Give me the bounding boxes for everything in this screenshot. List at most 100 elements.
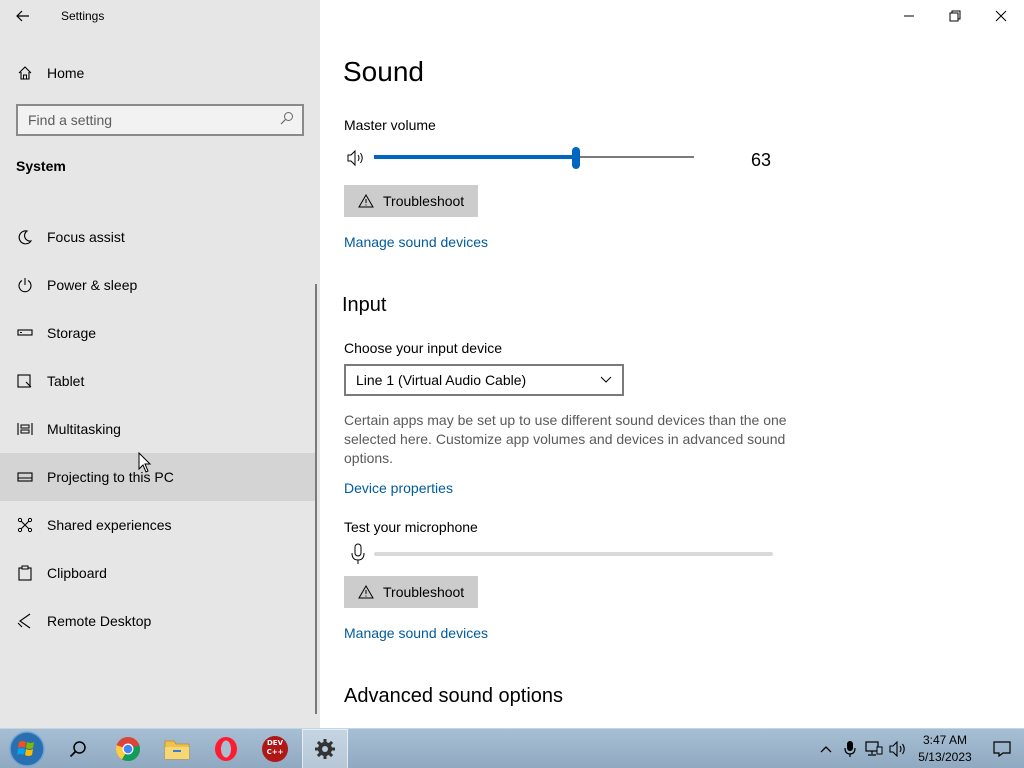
- search-box[interactable]: [16, 104, 304, 136]
- nav-home[interactable]: Home: [0, 57, 316, 89]
- search-icon[interactable]: [280, 111, 294, 130]
- minimize-button[interactable]: [886, 0, 932, 32]
- troubleshoot-output-button[interactable]: Troubleshoot: [344, 185, 479, 217]
- moon-icon: [16, 228, 34, 246]
- network-icon: [865, 741, 883, 756]
- nav-list: Focus assist Power & sleep Storage Table…: [0, 213, 316, 645]
- troubleshoot-input-button[interactable]: Troubleshoot: [344, 576, 479, 608]
- troubleshoot-label: Troubleshoot: [383, 193, 465, 209]
- chevron-up-icon: [820, 746, 832, 753]
- title-bar: Settings: [0, 0, 320, 32]
- sidebar-item-label: Remote Desktop: [47, 613, 152, 629]
- microphone-icon: [844, 741, 856, 757]
- page-title: Sound: [343, 56, 424, 87]
- taskbar-search-button[interactable]: [56, 729, 100, 768]
- sidebar-item-label: Power & sleep: [47, 277, 138, 293]
- sidebar-item-label: Focus assist: [47, 229, 125, 245]
- file-explorer-icon: [164, 740, 190, 760]
- input-device-dropdown[interactable]: Line 1 (Virtual Audio Cable): [344, 364, 624, 396]
- clipboard-icon: [16, 564, 34, 582]
- clock-time: 3:47 AM: [922, 733, 968, 747]
- troubleshoot-label: Troubleshoot: [383, 584, 465, 600]
- manage-sound-devices-output-link[interactable]: Manage sound devices: [344, 234, 488, 250]
- show-hidden-icons-button[interactable]: [814, 729, 838, 768]
- warning-icon: [358, 585, 374, 599]
- input-description: Certain apps may be set up to use differ…: [344, 412, 787, 466]
- minimize-icon: [904, 15, 914, 17]
- app-title: Settings: [61, 9, 105, 23]
- speaker-icon[interactable]: [347, 149, 365, 167]
- sidebar-item-label: Clipboard: [47, 565, 107, 581]
- manage-sound-devices-input-link[interactable]: Manage sound devices: [344, 625, 488, 641]
- main-content: Sound Master volume 63 Troubleshoot Mana…: [320, 32, 1024, 728]
- storage-icon: [16, 324, 34, 342]
- start-orb-icon: [9, 731, 45, 767]
- notification-icon: [993, 741, 1011, 757]
- close-icon: [995, 10, 1007, 22]
- system-tray: 3:47 AM 5/13/2023: [814, 729, 1024, 768]
- microphone-icon: [351, 543, 365, 564]
- sidebar-scrollbar[interactable]: [315, 284, 317, 714]
- device-properties-link[interactable]: Device properties: [344, 480, 453, 496]
- close-button[interactable]: [978, 0, 1024, 32]
- sidebar-item-storage[interactable]: Storage: [0, 309, 316, 357]
- sidebar-item-clipboard[interactable]: Clipboard: [0, 549, 316, 597]
- sidebar-item-multitasking[interactable]: Multitasking: [0, 405, 316, 453]
- dev-cpp-label: DEV C++: [266, 739, 284, 756]
- sidebar-item-label: Storage: [47, 325, 97, 341]
- search-icon: [69, 741, 86, 758]
- tray-network[interactable]: [862, 729, 886, 768]
- advanced-sound-options-title: Advanced sound options: [344, 685, 564, 707]
- test-microphone-label: Test your microphone: [344, 519, 478, 535]
- section-heading-system: System: [16, 158, 66, 174]
- window-controls: [886, 0, 1024, 32]
- master-volume-slider-fill: [374, 155, 576, 159]
- remote-desktop-icon: [16, 612, 34, 630]
- start-button[interactable]: [4, 729, 50, 768]
- sidebar-item-tablet[interactable]: Tablet: [0, 357, 316, 405]
- nav-home-label: Home: [47, 65, 85, 81]
- taskbar-dev-cpp[interactable]: DEV C++: [253, 729, 297, 768]
- input-section-title: Input: [342, 294, 387, 316]
- sidebar-item-label: Multitasking: [47, 421, 121, 437]
- action-center-button[interactable]: [980, 729, 1024, 768]
- sidebar-item-remote-desktop[interactable]: Remote Desktop: [0, 597, 316, 645]
- projecting-icon: [16, 468, 34, 486]
- sidebar-item-shared-experiences[interactable]: Shared experiences: [0, 501, 316, 549]
- master-volume-value: 63: [751, 150, 772, 170]
- home-icon: [16, 64, 34, 82]
- sidebar-item-label: Projecting to this PC: [47, 469, 174, 485]
- taskbar-clock[interactable]: 3:47 AM 5/13/2023: [910, 732, 980, 766]
- taskbar-opera[interactable]: [204, 729, 248, 768]
- restore-button[interactable]: [932, 0, 978, 32]
- sidebar-item-power-sleep[interactable]: Power & sleep: [0, 261, 316, 309]
- sidebar-item-projecting[interactable]: Projecting to this PC: [0, 453, 316, 501]
- tray-volume[interactable]: [886, 729, 910, 768]
- search-input[interactable]: [28, 112, 280, 128]
- microphone-level-row: [344, 542, 784, 566]
- taskbar-settings[interactable]: [302, 729, 348, 768]
- taskbar-chrome[interactable]: [106, 729, 150, 768]
- taskbar-file-explorer[interactable]: [155, 729, 199, 768]
- input-device-selected: Line 1 (Virtual Audio Cable): [356, 372, 527, 388]
- sidebar: Settings Home System Focus assist Power …: [0, 0, 320, 728]
- tablet-icon: [16, 372, 34, 390]
- speaker-icon: [889, 741, 905, 757]
- back-button[interactable]: [0, 0, 46, 32]
- shared-experiences-icon: [16, 516, 34, 534]
- microphone-level-bar: [374, 552, 773, 556]
- back-arrow-icon: [16, 10, 29, 22]
- sidebar-item-label: Shared experiences: [47, 517, 172, 533]
- sidebar-item-label: Tablet: [47, 373, 85, 389]
- opera-icon: [215, 737, 237, 761]
- chrome-icon: [116, 737, 140, 761]
- warning-icon: [358, 194, 374, 208]
- master-volume-row: [344, 147, 784, 169]
- power-icon: [16, 276, 34, 294]
- clock-date: 5/13/2023: [918, 750, 972, 764]
- master-volume-slider-thumb[interactable]: [571, 147, 580, 169]
- mouse-cursor-icon: [138, 452, 152, 473]
- tray-microphone[interactable]: [838, 729, 862, 768]
- sidebar-item-focus-assist[interactable]: Focus assist: [0, 213, 316, 261]
- settings-icon: [315, 739, 335, 759]
